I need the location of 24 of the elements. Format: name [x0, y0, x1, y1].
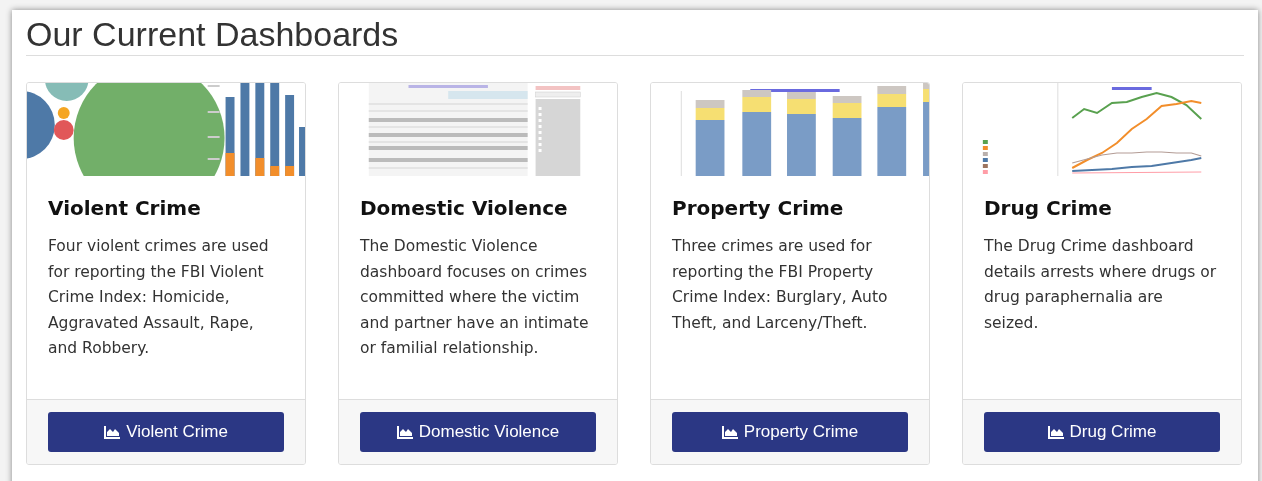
legend-swatch	[982, 170, 988, 174]
dashboard-button[interactable]: Property Crime	[672, 412, 908, 452]
dashboard-button[interactable]: Drug Crime	[984, 412, 1220, 452]
card-title: Domestic Violence	[360, 196, 569, 220]
card-title: Property Crime	[672, 196, 845, 220]
legend-swatch	[982, 158, 988, 162]
card-description: The Domestic Violence dashboard focuses on crimes committed where the victim and partner have an intimate or familial relationship.	[360, 236, 590, 359]
page-heading: Our Current Dashboards	[26, 14, 400, 54]
area-chart-icon	[721, 425, 738, 439]
legend-swatch	[982, 164, 988, 168]
card-description: The Drug Crime dashboard details arrests where drugs or drug paraphernalia are seized.	[984, 236, 1218, 334]
card-title: Violent Crime	[48, 196, 202, 220]
area-chart-icon	[396, 425, 413, 439]
area-chart-icon	[1047, 425, 1064, 439]
legend-swatch	[982, 146, 988, 150]
chart-title-bar	[1111, 87, 1152, 90]
card-description: Three crimes are used for reporting the FBI Property Crime Index: Burglary, Auto Theft, and Larceny/Theft.	[672, 236, 889, 334]
legend-swatch	[982, 140, 988, 144]
dashboard-button[interactable]: Domestic Violence	[360, 412, 596, 452]
card-description: Four violent crimes are used for reporting the FBI Violent Crime Index: Homicide, Aggravated Assault, Rape, and Robbery.	[48, 236, 270, 359]
card-title: Drug Crime	[984, 196, 1113, 220]
dashboard-button[interactable]: Violent Crime	[48, 412, 284, 452]
legend-swatch	[982, 152, 988, 156]
area-chart-icon	[104, 425, 121, 439]
